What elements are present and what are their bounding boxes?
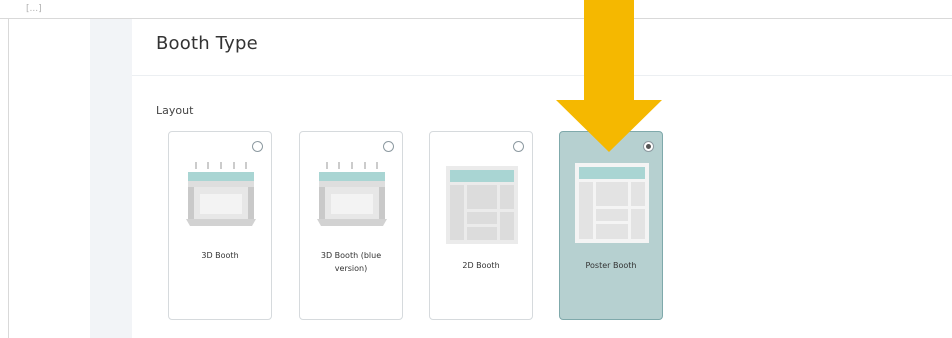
radio-3d-booth[interactable] xyxy=(252,141,263,152)
poster-booth-icon xyxy=(575,163,649,243)
2d-booth-icon xyxy=(446,166,518,244)
card-label: 2D Booth xyxy=(462,261,500,270)
radio-2d-booth[interactable] xyxy=(513,141,524,152)
side-gutter xyxy=(90,19,132,338)
card-label: Poster Booth xyxy=(585,261,637,270)
radio-3d-booth-blue[interactable] xyxy=(383,141,394,152)
booth-card-3d-blue[interactable]: 3D Booth (blue version) xyxy=(299,131,403,320)
arrow-down-icon xyxy=(556,0,662,152)
page-title: Booth Type xyxy=(156,33,258,54)
left-rail xyxy=(8,18,9,338)
header-divider xyxy=(132,75,952,76)
3d-booth-icon xyxy=(186,162,256,226)
layout-label: Layout xyxy=(156,104,194,117)
card-label: 3D Booth (blue version) xyxy=(320,251,382,273)
booth-card-3d[interactable]: 3D Booth xyxy=(168,131,272,320)
3d-booth-icon xyxy=(317,162,387,226)
booth-card-2d[interactable]: 2D Booth xyxy=(429,131,533,320)
card-label: 3D Booth xyxy=(201,251,239,260)
rail-text: [...] xyxy=(26,4,42,14)
top-border xyxy=(0,18,952,19)
booth-card-poster[interactable]: Poster Booth xyxy=(559,131,663,320)
